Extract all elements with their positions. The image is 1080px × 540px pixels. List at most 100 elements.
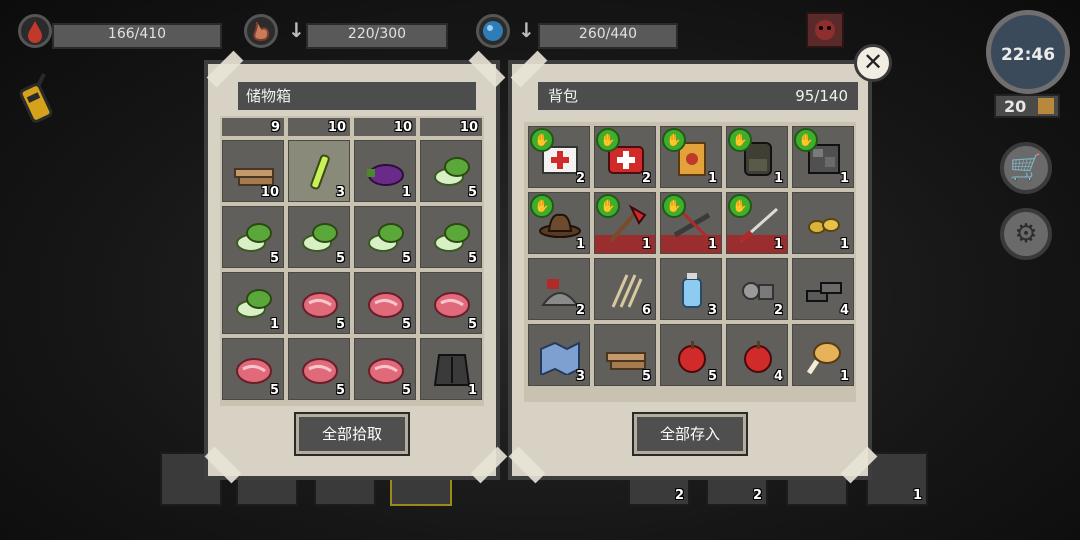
backpack-slot[interactable]: 5 xyxy=(660,324,722,386)
backpack-slot[interactable]: 4 xyxy=(792,258,854,320)
item-quantity: 3 xyxy=(707,303,717,318)
backpack-capacity: 95/140 xyxy=(795,87,848,105)
item-quantity: 1 xyxy=(773,237,783,252)
item-quantity: 1 xyxy=(839,171,849,186)
store-all-button[interactable]: 全部存入 xyxy=(634,414,746,454)
item-quantity: 5 xyxy=(401,383,411,398)
decrease-arrow-icon: ↓ xyxy=(518,18,535,42)
backpack-slot[interactable]: ✋ 1 xyxy=(726,192,788,254)
backpack-slot[interactable]: ✋ 1 xyxy=(594,192,656,254)
storage-slot-partial[interactable]: 10 xyxy=(354,118,416,136)
item-quantity: 1 xyxy=(707,171,717,186)
item-quantity: 5 xyxy=(269,383,279,398)
item-quantity: 1 xyxy=(641,237,651,252)
day-value: 20 xyxy=(1004,97,1027,116)
hotbar-qty: 2 xyxy=(674,488,684,503)
item-quantity: 5 xyxy=(269,251,279,266)
shop-cart-button[interactable]: 🛒 xyxy=(1000,142,1052,194)
item-quantity: 10 xyxy=(327,120,346,135)
item-quantity: 3 xyxy=(335,185,345,200)
storage-slot[interactable]: 5 xyxy=(420,206,482,268)
backpack-slot[interactable]: 3 xyxy=(660,258,722,320)
storage-slot[interactable]: 5 xyxy=(222,338,284,400)
blood-drop-icon xyxy=(18,14,52,48)
backpack-slot[interactable]: ✋ 2 xyxy=(528,126,590,188)
day-counter: 20 xyxy=(994,94,1060,118)
storage-slot[interactable]: 5 xyxy=(354,206,416,268)
hotbar-slot: 1 xyxy=(866,452,928,506)
item-quantity: 2 xyxy=(575,171,585,186)
item-quantity: 2 xyxy=(575,303,585,318)
clock-time: 22:46 xyxy=(1000,45,1056,65)
equip-hand-icon: ✋ xyxy=(530,128,554,152)
storage-slot[interactable]: 1 xyxy=(354,140,416,202)
item-quantity: 1 xyxy=(269,317,279,332)
close-button[interactable]: ✕ xyxy=(854,44,892,82)
health-stat: 166/410 xyxy=(18,14,222,49)
item-quantity: 1 xyxy=(839,369,849,384)
cart-icon: 🛒 xyxy=(1009,153,1043,183)
item-quantity: 5 xyxy=(401,251,411,266)
backpack-slot[interactable]: 2 xyxy=(726,258,788,320)
backpack-slot[interactable]: ✋ 2 xyxy=(594,126,656,188)
item-quantity: 5 xyxy=(641,369,651,384)
equip-hand-icon: ✋ xyxy=(728,128,752,152)
enemy-alert-icon[interactable] xyxy=(806,12,844,48)
item-quantity: 2 xyxy=(641,171,651,186)
equip-hand-icon: ✋ xyxy=(662,128,686,152)
storage-header: 储物箱 xyxy=(238,82,476,110)
item-quantity: 1 xyxy=(707,237,717,252)
food-bar: 220/300 xyxy=(306,23,448,49)
item-quantity: 10 xyxy=(459,120,478,135)
storage-slot-partial[interactable]: 10 xyxy=(420,118,482,136)
storage-slot[interactable]: 5 xyxy=(354,338,416,400)
backpack-slot[interactable]: 4 xyxy=(726,324,788,386)
decrease-arrow-icon: ↓ xyxy=(288,18,305,42)
item-quantity: 3 xyxy=(575,369,585,384)
item-quantity: 5 xyxy=(401,317,411,332)
backpack-slot[interactable]: 1 xyxy=(792,324,854,386)
backpack-slot[interactable]: ✋ 1 xyxy=(660,126,722,188)
storage-slot[interactable]: 1 xyxy=(222,272,284,334)
backpack-slot[interactable]: 1 xyxy=(792,192,854,254)
backpack-slot[interactable]: ✋ 1 xyxy=(660,192,722,254)
equip-hand-icon: ✋ xyxy=(728,194,752,218)
item-quantity: 5 xyxy=(335,317,345,332)
storage-slot[interactable]: 1 xyxy=(420,338,482,400)
item-quantity: 9 xyxy=(270,120,280,135)
equip-hand-icon: ✋ xyxy=(530,194,554,218)
food-stat: ↓ 220/300 xyxy=(244,14,448,49)
equip-hand-icon: ✋ xyxy=(794,128,818,152)
item-quantity: 5 xyxy=(707,369,717,384)
storage-slot[interactable]: 5 xyxy=(420,140,482,202)
item-quantity: 5 xyxy=(467,185,477,200)
storage-slot[interactable]: 5 xyxy=(288,272,350,334)
backpack-slot[interactable]: 3 xyxy=(528,324,590,386)
backpack-header: 背包 95/140 xyxy=(538,82,858,110)
storage-slot[interactable]: 5 xyxy=(288,338,350,400)
storage-slot[interactable]: 10 xyxy=(222,140,284,202)
storage-slot[interactable]: 5 xyxy=(222,206,284,268)
backpack-slot[interactable]: 5 xyxy=(594,324,656,386)
storage-slot[interactable]: 3 xyxy=(288,140,350,202)
health-bar: 166/410 xyxy=(52,23,222,49)
storage-slot[interactable]: 5 xyxy=(288,206,350,268)
settings-button[interactable]: ⚙ xyxy=(1000,208,1052,260)
gear-icon: ⚙ xyxy=(1014,219,1038,249)
backpack-slot[interactable]: ✋ 1 xyxy=(792,126,854,188)
backpack-slot[interactable]: 6 xyxy=(594,258,656,320)
storage-slot[interactable]: 5 xyxy=(420,272,482,334)
take-all-button[interactable]: 全部拾取 xyxy=(296,414,408,454)
food-value: 220/300 xyxy=(347,26,407,42)
walkie-talkie-icon[interactable] xyxy=(8,72,64,128)
storage-title: 储物箱 xyxy=(246,87,292,105)
item-quantity: 5 xyxy=(467,317,477,332)
backpack-title: 背包 xyxy=(548,87,579,105)
backpack-slot[interactable]: ✋ 1 xyxy=(528,192,590,254)
storage-slot[interactable]: 5 xyxy=(354,272,416,334)
item-quantity: 5 xyxy=(335,251,345,266)
backpack-slot[interactable]: 2 xyxy=(528,258,590,320)
storage-slot-partial[interactable]: 9 xyxy=(222,118,284,136)
backpack-slot[interactable]: ✋ 1 xyxy=(726,126,788,188)
storage-slot-partial[interactable]: 10 xyxy=(288,118,350,136)
